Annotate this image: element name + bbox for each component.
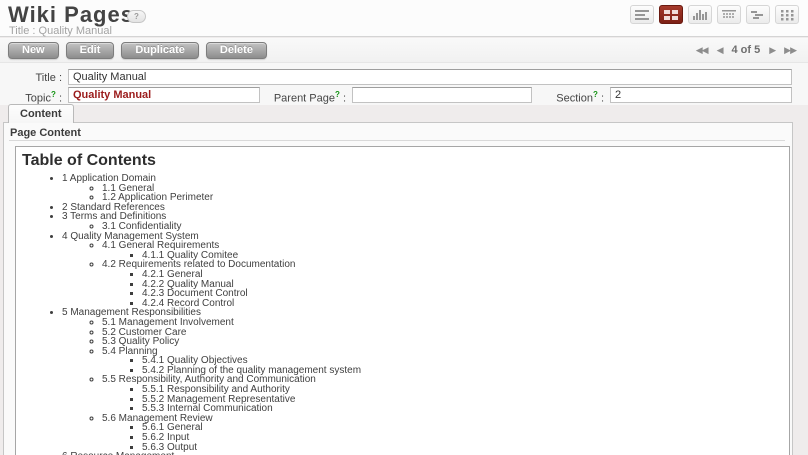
toc-item: 4 Quality Management System4.1 General R…	[62, 232, 789, 309]
duplicate-button[interactable]: Duplicate	[121, 42, 199, 59]
view-switcher	[630, 5, 799, 24]
toc-item: 3.1 Confidentiality	[102, 222, 789, 232]
toc-item: 5.6 Management Review5.6.1 General5.6.2 …	[102, 414, 789, 452]
toc-item: 4.1 General Requirements4.1.1 Quality Co…	[102, 241, 789, 260]
content-heading: Table of Contents	[22, 152, 789, 170]
pager: ◀◀ ◀ 4 of 5 ▶ ▶▶	[696, 44, 796, 56]
toolbar-buttons: New Edit Duplicate Delete	[8, 42, 267, 59]
separator-line	[9, 140, 785, 141]
toc-item: 1 Application Domain1.1 General1.2 Appli…	[62, 174, 789, 203]
graph-view-icon[interactable]	[688, 5, 712, 24]
table-of-contents: 1 Application Domain1.1 General1.2 Appli…	[16, 174, 789, 455]
pager-previous-icon[interactable]: ◀	[717, 44, 723, 56]
toc-item: 5.3 Quality Policy	[102, 337, 789, 347]
list-view-icon[interactable]	[630, 5, 654, 24]
toc-item: 5.6.3 Output	[142, 443, 789, 453]
toc-item: 4.2.1 General	[142, 270, 789, 280]
toc-item: 3 Terms and Definitions3.1 Confidentiali…	[62, 212, 789, 231]
topic-field[interactable]	[68, 87, 260, 103]
toc-item: 5 Management Responsibilities5.1 Managem…	[62, 308, 789, 452]
section-label-page-content: Page Content	[10, 127, 81, 139]
pager-next-icon[interactable]: ▶	[769, 44, 775, 56]
toc-item: 5.6.1 General	[142, 423, 789, 433]
section-field[interactable]	[610, 87, 792, 103]
toc-item: 5.1 Management Involvement	[102, 318, 789, 328]
delete-button[interactable]: Delete	[206, 42, 267, 59]
toolbar: New Edit Duplicate Delete ◀◀ ◀ 4 of 5 ▶ ▶▶	[0, 38, 808, 63]
toc-item: 5.2 Customer Care	[102, 328, 789, 338]
toc-item: 5.5 Responsibility, Authority and Commun…	[102, 375, 789, 413]
toc-item: 4.2.3 Document Control	[142, 289, 789, 299]
diagram-view-icon[interactable]	[775, 5, 799, 24]
gantt-view-icon[interactable]	[746, 5, 770, 24]
toc-item: 2 Standard References	[62, 203, 789, 213]
title-field[interactable]	[68, 69, 792, 85]
tab-panel-content: Page Content Table of Contents 1 Applica…	[3, 122, 793, 455]
edit-button[interactable]: Edit	[66, 42, 115, 59]
parent-page-field[interactable]	[352, 87, 532, 103]
parent-page-field-label: Parent Page? :	[256, 90, 346, 105]
section-help-icon[interactable]: ?	[593, 90, 598, 99]
page-content-box: Table of Contents 1 Application Domain1.…	[15, 146, 790, 455]
toc-item: 5.5.3 Internal Communication	[142, 404, 789, 414]
toc-item: 1.2 Application Perimeter	[102, 193, 789, 203]
topic-help-icon[interactable]: ?	[51, 90, 56, 99]
toc-item: 5.4 Planning5.4.1 Quality Objectives5.4.…	[102, 347, 789, 376]
pager-position: 4 of 5	[732, 44, 761, 56]
tab-content[interactable]: Content	[8, 104, 74, 123]
section-field-label: Section? :	[530, 90, 604, 105]
form-view-icon[interactable]	[659, 5, 683, 24]
record-subtitle: Title : Quality Manual	[9, 25, 112, 37]
topic-field-label: Topic? :	[0, 90, 62, 105]
toc-item: 5.6.2 Input	[142, 433, 789, 443]
new-button[interactable]: New	[8, 42, 59, 59]
pager-first-icon[interactable]: ◀◀	[696, 44, 708, 56]
parent-page-help-icon[interactable]: ?	[335, 90, 340, 99]
toc-item: 4.2 Requirements related to Documentatio…	[102, 260, 789, 308]
pager-last-icon[interactable]: ▶▶	[784, 44, 796, 56]
toc-item: 4.2.4 Record Control	[142, 299, 789, 309]
page-header: Wiki Pages ? Title : Quality Manual	[0, 0, 808, 37]
form-fields: Title : Topic? : Parent Page? : Section?…	[0, 63, 808, 105]
help-icon[interactable]: ?	[127, 10, 146, 23]
title-field-label: Title :	[0, 72, 62, 84]
calendar-view-icon[interactable]	[717, 5, 741, 24]
